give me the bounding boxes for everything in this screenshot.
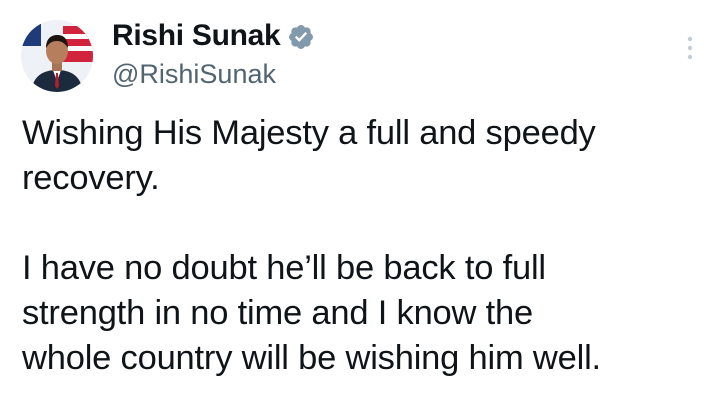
tweet-paragraph: Wishing His Majesty a full and speedy re… [22,114,596,197]
tweet-paragraph: I have no doubt he’ll be back to full st… [22,249,601,377]
author-name-row: Rishi Sunak [112,17,315,55]
avatar[interactable] [21,20,93,92]
verified-badge-icon [287,21,315,51]
author-handle[interactable]: @RishiSunak [112,57,276,91]
profile-photo [21,20,93,92]
more-options-button[interactable] [678,30,702,66]
author-display-name[interactable]: Rishi Sunak [112,17,281,55]
tweet-text: Wishing His Majesty a full and speedy re… [22,111,712,381]
more-vertical-icon [687,36,693,60]
